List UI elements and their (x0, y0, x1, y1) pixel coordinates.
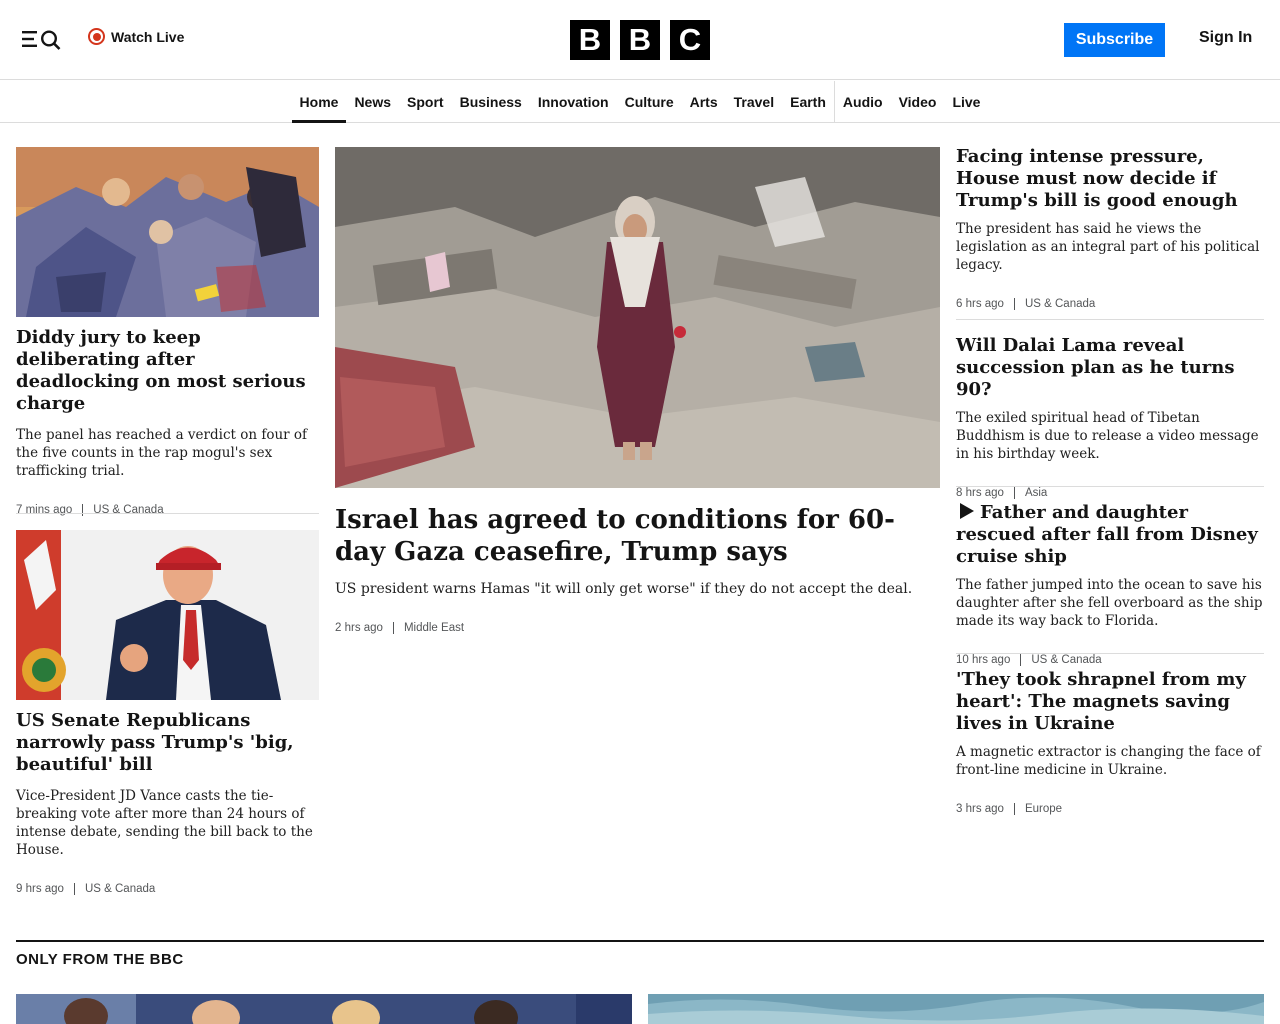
section-divider (16, 940, 1264, 942)
story-time: 8 hrs ago (956, 487, 1004, 499)
story-card[interactable]: 'They took shrapnel from my heart': The … (956, 669, 1264, 815)
story-category[interactable]: US & Canada (1020, 654, 1102, 666)
divider (956, 653, 1264, 654)
story-headline-text: Father and daughter rescued after fall f… (956, 502, 1258, 567)
story-summary: Vice-President JD Vance casts the tie-br… (16, 788, 313, 858)
story-card[interactable]: Facing intense pressure, House must now … (956, 146, 1264, 310)
story-headline[interactable]: Diddy jury to keep deliberating after de… (16, 327, 319, 415)
nav-item-video[interactable]: Video (891, 81, 945, 122)
story-image-courtroom-sketch[interactable] (16, 147, 319, 317)
lead-story-summary: US president warns Hamas "it will only g… (335, 581, 913, 597)
story-meta: 6 hrs ago US & Canada (956, 298, 1264, 310)
logo-letter: B (570, 20, 610, 60)
story-time: 2 hrs ago (335, 622, 383, 634)
lead-story-card[interactable]: Israel has agreed to conditions for 60-d… (335, 147, 940, 634)
nav-item-sport[interactable]: Sport (399, 81, 452, 122)
divider (956, 486, 1264, 487)
subscribe-button[interactable]: Subscribe (1064, 23, 1165, 57)
story-time: 10 hrs ago (956, 654, 1011, 666)
nav-item-news[interactable]: News (346, 81, 399, 122)
nav-item-earth[interactable]: Earth (782, 81, 834, 122)
logo-letter: C (670, 20, 710, 60)
nav-item-live[interactable]: Live (944, 81, 988, 122)
story-headline[interactable]: Facing intense pressure, House must now … (956, 146, 1264, 212)
story-summary: A magnetic extractor is changing the fac… (956, 744, 1261, 778)
story-meta: 7 mins ago US & Canada (16, 504, 319, 516)
story-summary: The father jumped into the ocean to save… (956, 577, 1263, 629)
bbc-logo[interactable]: B B C (570, 20, 710, 60)
sign-in-link[interactable]: Sign In (1199, 29, 1252, 47)
story-card[interactable]: Diddy jury to keep deliberating after de… (16, 147, 319, 516)
story-image-group-photo[interactable] (16, 994, 632, 1024)
story-time: 6 hrs ago (956, 298, 1004, 310)
divider (956, 319, 1264, 320)
story-headline[interactable]: US Senate Republicans narrowly pass Trum… (16, 710, 319, 776)
story-summary: The exiled spiritual head of Tibetan Bud… (956, 410, 1259, 462)
nav-item-home[interactable]: Home (291, 81, 347, 123)
story-meta: 10 hrs ago US & Canada (956, 654, 1264, 666)
story-category[interactable]: US & Canada (73, 883, 155, 895)
section-title: ONLY FROM THE BBC (16, 951, 184, 968)
story-time: 9 hrs ago (16, 883, 64, 895)
story-summary: The president has said he views the legi… (956, 221, 1260, 273)
story-category[interactable]: US & Canada (82, 504, 164, 516)
story-image-trump-photo[interactable] (16, 530, 319, 700)
story-meta: 8 hrs ago Asia (956, 487, 1264, 499)
nav-item-innovation[interactable]: Innovation (530, 81, 617, 122)
nav-item-audio[interactable]: Audio (833, 81, 891, 122)
story-image-gaza-rubble-photo[interactable] (335, 147, 940, 488)
watch-live-link[interactable]: Watch Live (88, 28, 184, 45)
video-play-icon (960, 503, 974, 519)
story-meta: 3 hrs ago Europe (956, 803, 1264, 815)
story-headline[interactable]: Father and daughter rescued after fall f… (956, 502, 1264, 568)
nav-item-culture[interactable]: Culture (617, 81, 682, 122)
story-card[interactable]: US Senate Republicans narrowly pass Trum… (16, 530, 319, 895)
story-meta: 9 hrs ago US & Canada (16, 883, 319, 895)
story-headline[interactable]: Will Dalai Lama reveal succession plan a… (956, 335, 1264, 401)
lead-story-headline[interactable]: Israel has agreed to conditions for 60-d… (335, 504, 940, 568)
main-nav: Home News Sport Business Innovation Cult… (0, 81, 1280, 123)
nav-item-travel[interactable]: Travel (726, 81, 782, 122)
story-category[interactable]: Asia (1013, 487, 1047, 499)
story-headline[interactable]: 'They took shrapnel from my heart': The … (956, 669, 1264, 735)
nav-item-business[interactable]: Business (452, 81, 530, 122)
story-time: 3 hrs ago (956, 803, 1004, 815)
menu-search-icon (22, 30, 61, 50)
nav-item-arts[interactable]: Arts (682, 81, 726, 122)
story-category[interactable]: Europe (1013, 803, 1062, 815)
logo-letter: B (620, 20, 660, 60)
top-bar: Watch Live B B C Subscribe Sign In (0, 0, 1280, 80)
live-icon (88, 28, 105, 45)
story-summary: The panel has reached a verdict on four … (16, 427, 308, 479)
story-card[interactable]: Father and daughter rescued after fall f… (956, 502, 1264, 666)
divider (16, 513, 319, 514)
story-image-water-photo[interactable] (648, 994, 1264, 1024)
story-category[interactable]: Middle East (392, 622, 464, 634)
story-category[interactable]: US & Canada (1013, 298, 1095, 310)
story-meta: 2 hrs ago Middle East (335, 622, 940, 634)
menu-search-button[interactable] (22, 28, 62, 50)
watch-live-label: Watch Live (111, 28, 185, 45)
story-card[interactable]: Will Dalai Lama reveal succession plan a… (956, 335, 1264, 499)
story-time: 7 mins ago (16, 504, 73, 516)
